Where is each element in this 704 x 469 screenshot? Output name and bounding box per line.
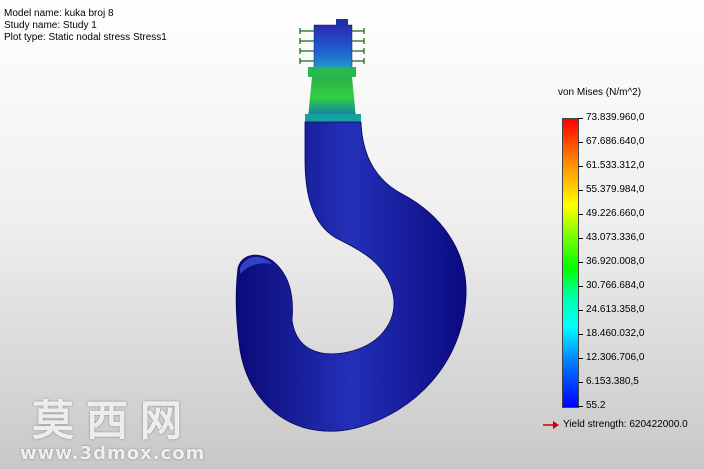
legend-label: 12.306.706,0 <box>586 352 645 363</box>
legend-tick <box>578 238 583 239</box>
legend-label: 18.460.032,0 <box>586 328 645 339</box>
legend-tick <box>578 358 583 359</box>
watermark: 莫西网 www.3dmox.com <box>20 396 205 464</box>
legend-label: 67.686.640,0 <box>586 136 645 147</box>
legend-label: 24.613.358,0 <box>586 304 645 315</box>
legend-label: 73.839.960,0 <box>586 112 645 123</box>
yield-strength-text: Yield strength: 620422000.0 <box>563 419 688 430</box>
watermark-logo-text: 莫西网 <box>32 396 195 445</box>
legend-tick <box>578 118 583 119</box>
legend-tick <box>578 406 583 407</box>
legend-label: 55.379.984,0 <box>586 184 645 195</box>
legend-tick <box>578 142 583 143</box>
arrow-right-icon <box>543 420 559 429</box>
legend-label: 49.226.660,0 <box>586 208 645 219</box>
legend-label: 55.2 <box>586 400 606 411</box>
legend-label: 30.766.684,0 <box>586 280 645 291</box>
legend-tick <box>578 286 583 287</box>
legend-label: 6.153.380,5 <box>586 376 639 387</box>
legend-tick <box>578 382 583 383</box>
legend-color-bar <box>562 118 579 408</box>
hook-shoulder <box>305 114 361 122</box>
hook-top-block <box>313 24 353 70</box>
hook-collar <box>308 67 356 77</box>
yield-strength-indicator: Yield strength: 620422000.0 <box>543 419 688 430</box>
hook-body <box>235 121 467 432</box>
legend-tick <box>578 190 583 191</box>
legend-tick <box>578 334 583 335</box>
legend-title: von Mises (N/m^2) <box>558 87 642 98</box>
legend-label: 61.533.312,0 <box>586 160 645 171</box>
legend-tick <box>578 310 583 311</box>
hook-top-cap <box>336 19 348 27</box>
legend-tick <box>578 166 583 167</box>
legend-tick <box>578 262 583 263</box>
hook-neck <box>308 77 356 118</box>
legend-label: 43.073.336,0 <box>586 232 645 243</box>
legend-tick <box>578 214 583 215</box>
legend-labels: 73.839.960,0 67.686.640,0 61.533.312,0 5… <box>586 110 696 411</box>
watermark-url: www.3dmox.com <box>20 443 206 464</box>
legend-label: 36.920.008,0 <box>586 256 645 267</box>
